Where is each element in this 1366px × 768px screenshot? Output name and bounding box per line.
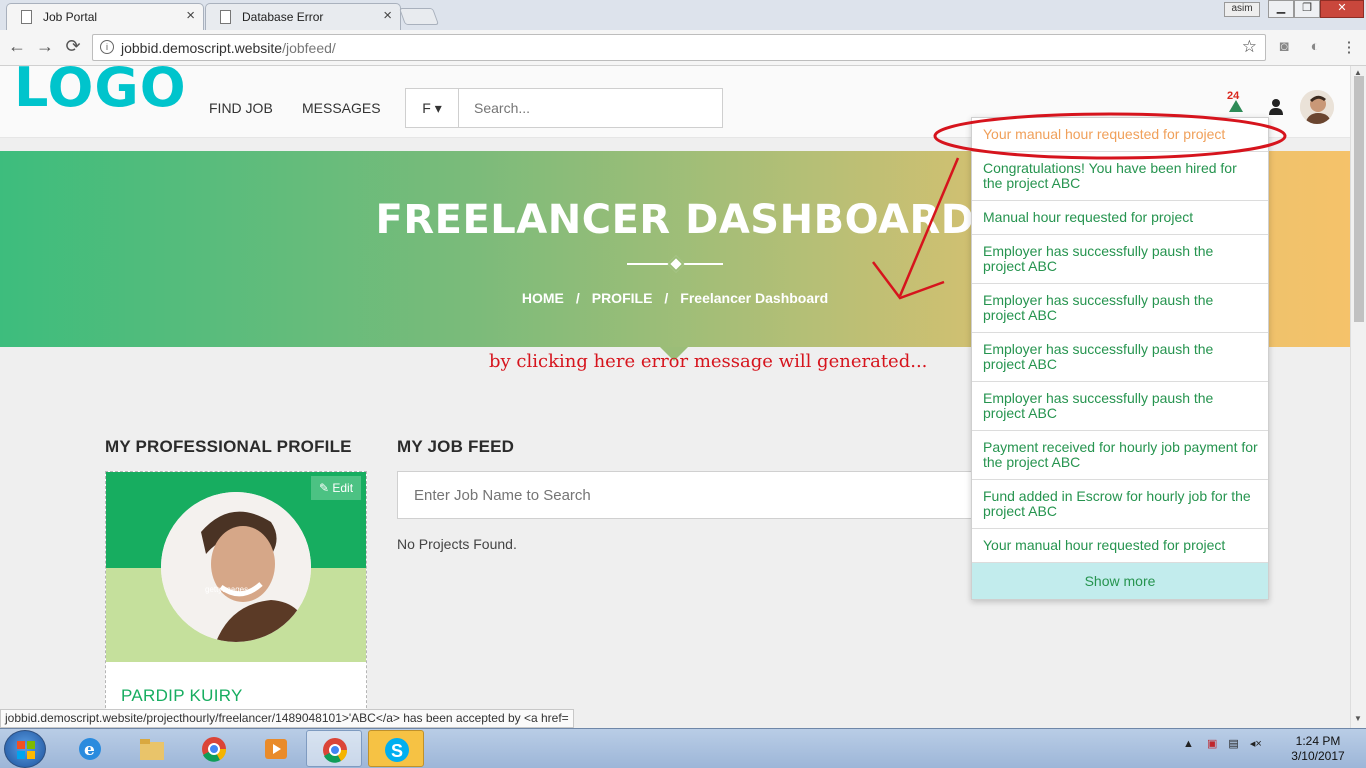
clock-date: 3/10/2017 (1291, 749, 1345, 763)
reload-icon[interactable]: ⟳ (62, 36, 84, 57)
header-search-input[interactable] (460, 89, 722, 127)
notification-item[interactable]: Congratulations! You have been hired for… (972, 152, 1268, 201)
breadcrumb-home[interactable]: HOME (522, 290, 564, 306)
avatar[interactable] (1300, 90, 1334, 124)
skype-icon: S (385, 738, 409, 762)
tab-job-portal[interactable]: Job Portal × (6, 3, 204, 30)
browser-tab-strip: Job Portal × Database Error × asim ▁ ❐ ✕ (0, 0, 1366, 30)
taskbar-chrome-active[interactable] (306, 730, 362, 767)
notifications-dropdown: Your manual hour requested for project C… (971, 117, 1269, 600)
system-clock[interactable]: 1:24 PM 3/10/2017 (1283, 734, 1353, 764)
svg-text:e: e (84, 740, 95, 760)
chrome-icon (323, 738, 348, 763)
taskbar-internet-explorer[interactable]: e (62, 730, 118, 767)
page-viewport: LOGO FIND JOB MESSAGES F ▾ 24 FREELANCER… (0, 66, 1350, 728)
network-icon[interactable]: ▤ (1228, 738, 1238, 750)
extension-icon[interactable]: ◐ (1306, 38, 1324, 56)
notification-count: 24 (1227, 90, 1240, 102)
back-arrow-icon[interactable]: ← (6, 36, 28, 57)
breadcrumb-current: Freelancer Dashboard (680, 290, 829, 306)
windows-taskbar: e S ▲ ▣ ▤ ◂× 1:24 PM 3/10/2017 (0, 728, 1366, 768)
page-icon (21, 10, 32, 24)
search-filter-label: F (422, 100, 431, 116)
page-icon (220, 10, 231, 24)
url-host: jobbid.demoscript.website (121, 40, 283, 56)
menu-icon[interactable]: ⋮ (1340, 38, 1358, 56)
taskbar-media-player[interactable] (248, 730, 304, 767)
scroll-down-icon[interactable]: ▼ (1354, 714, 1362, 723)
profile-name[interactable]: PARDIP KUIRY (121, 686, 243, 706)
notification-bell[interactable]: 24 (1226, 90, 1246, 116)
notification-item[interactable]: Employer has successfully paush the proj… (972, 235, 1268, 284)
system-tray: ▲ ▣ ▤ ◂× (1183, 737, 1262, 750)
profile-chip[interactable]: asim (1224, 2, 1260, 17)
breadcrumb-separator: / (575, 290, 580, 306)
taskbar-chrome[interactable] (186, 730, 242, 767)
info-icon[interactable]: i (100, 40, 114, 54)
restore-button[interactable]: ❐ (1294, 0, 1320, 18)
notification-item[interactable]: Employer has successfully paush the proj… (972, 333, 1268, 382)
edit-label: Edit (332, 481, 354, 495)
tab-label: Job Portal (43, 10, 98, 24)
bookmark-star-icon[interactable]: ☆ (1242, 37, 1257, 57)
window-close-button[interactable]: ✕ (1320, 0, 1364, 18)
page-scrollbar[interactable]: ▲ ▼ (1350, 66, 1366, 728)
network-error-icon[interactable]: ▣ (1207, 738, 1217, 750)
job-search-box (397, 471, 977, 519)
folder-icon (140, 739, 164, 760)
tab-label: Database Error (242, 10, 324, 24)
nav-messages[interactable]: MESSAGES (302, 100, 381, 116)
notification-item[interactable]: Your manual hour requested for project (972, 529, 1268, 563)
empty-state-text: No Projects Found. (397, 536, 517, 552)
taskbar-skype[interactable]: S (368, 730, 424, 767)
chrome-icon (202, 737, 227, 762)
user-menu-icon[interactable] (1268, 98, 1284, 116)
link-status-bar: jobbid.demoscript.website/projecthourly/… (0, 709, 574, 728)
notification-item[interactable]: Fund added in Escrow for hourly job for … (972, 480, 1268, 529)
start-button[interactable] (4, 730, 46, 768)
windows-logo-icon (17, 741, 35, 759)
forward-arrow-icon[interactable]: → (34, 36, 56, 57)
breadcrumb-profile[interactable]: PROFILE (592, 290, 653, 306)
taskbar-file-explorer[interactable] (124, 730, 180, 767)
volume-muted-icon[interactable]: ◂× (1250, 738, 1262, 750)
media-player-icon (265, 739, 287, 759)
close-tab-icon[interactable]: × (186, 7, 195, 24)
header-search: F ▾ (405, 88, 723, 128)
job-search-input[interactable] (398, 472, 976, 518)
minimize-button[interactable]: ▁ (1268, 0, 1294, 18)
profile-card: ✎ Edit gettyimages PARDIP KUIRY (105, 471, 367, 728)
address-bar[interactable]: i jobbid.demoscript.website/jobfeed/ ☆ (92, 34, 1266, 61)
notification-item[interactable]: Manual hour requested for project (972, 201, 1268, 235)
url-path: /jobfeed/ (282, 40, 336, 56)
notification-item[interactable]: Payment received for hourly job payment … (972, 431, 1268, 480)
scroll-thumb[interactable] (1354, 76, 1364, 322)
annotation-note: by clicking here error message will gene… (489, 351, 928, 372)
close-tab-icon[interactable]: × (383, 7, 392, 24)
profile-section-title: MY PROFESSIONAL PROFILE (105, 437, 352, 456)
site-logo[interactable]: LOGO (14, 66, 187, 119)
notification-item[interactable]: Employer has successfully paush the proj… (972, 284, 1268, 333)
show-more-button[interactable]: Show more (972, 563, 1268, 599)
search-filter-dropdown[interactable]: F ▾ (406, 89, 459, 127)
browser-toolbar: ← → ⟳ i jobbid.demoscript.website/jobfee… (0, 30, 1366, 66)
clock-time: 1:24 PM (1295, 734, 1341, 748)
divider-diamond-icon (667, 255, 685, 273)
profile-photo: gettyimages (161, 492, 311, 642)
camera-icon[interactable]: ◙ (1275, 38, 1293, 56)
internet-explorer-icon: e (79, 738, 101, 760)
tab-database-error[interactable]: Database Error × (205, 3, 401, 30)
photo-watermark: gettyimages (205, 585, 248, 594)
new-tab-button[interactable] (398, 8, 440, 25)
jobfeed-section-title: MY JOB FEED (397, 437, 515, 456)
edit-profile-button[interactable]: ✎ Edit (311, 476, 361, 500)
notification-item[interactable]: Your manual hour requested for project (972, 118, 1268, 152)
nav-find-job[interactable]: FIND JOB (209, 100, 273, 116)
svg-text:S: S (391, 741, 403, 761)
show-hidden-icons-icon[interactable]: ▲ (1183, 738, 1194, 750)
breadcrumb-separator: / (664, 290, 669, 306)
notification-item[interactable]: Employer has successfully paush the proj… (972, 382, 1268, 431)
